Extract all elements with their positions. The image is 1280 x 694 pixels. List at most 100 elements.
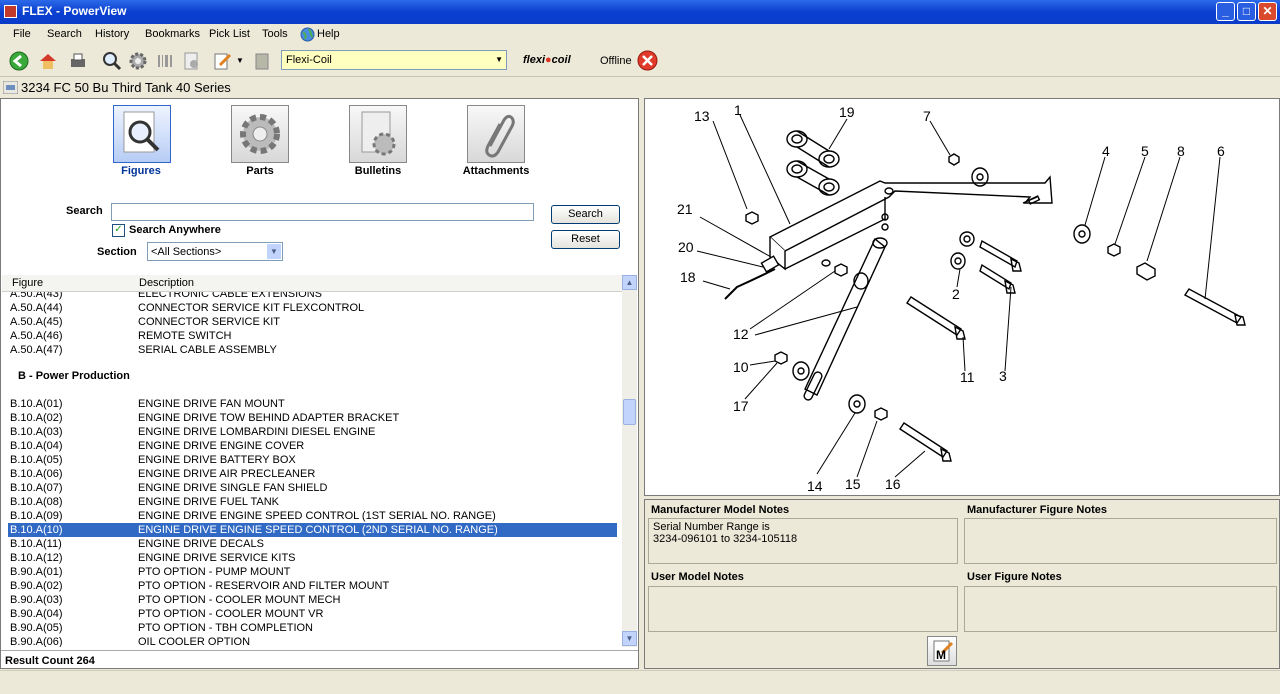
- list-item[interactable]: B.90.A(06) OIL COOLER OPTION: [8, 635, 617, 647]
- callout-5[interactable]: 5: [1141, 143, 1149, 159]
- search-label: Search: [66, 205, 103, 217]
- figure-id: B.10.A(12): [10, 552, 63, 564]
- figure-description: SERIAL CABLE ASSEMBLY: [138, 344, 277, 356]
- menu-file[interactable]: File: [13, 28, 31, 40]
- user-model-notes-box[interactable]: [648, 586, 958, 632]
- parts-button[interactable]: [231, 105, 289, 163]
- bulletin-icon: [361, 111, 396, 156]
- menu-history[interactable]: History: [95, 28, 129, 40]
- user-figure-notes-box[interactable]: [964, 586, 1277, 632]
- bulletins-button[interactable]: [349, 105, 407, 163]
- list-item[interactable]: B.90.A(05) PTO OPTION - TBH COMPLETION: [8, 621, 617, 635]
- figure-description: PTO OPTION - TBH COMPLETION: [138, 622, 314, 634]
- list-item[interactable]: B.90.A(03) PTO OPTION - COOLER MOUNT MECH: [8, 593, 617, 607]
- callout-17[interactable]: 17: [733, 398, 749, 414]
- list-item[interactable]: A.50.A(44) CONNECTOR SERVICE KIT FLEXCONT…: [8, 301, 617, 315]
- figure-description: ENGINE DRIVE DECALS: [138, 538, 264, 550]
- memo-button[interactable]: M: [927, 636, 957, 666]
- column-figure[interactable]: Figure: [12, 277, 43, 289]
- search-input[interactable]: [111, 203, 534, 221]
- list-item[interactable]: A.50.A(46) REMOTE SWITCH: [8, 329, 617, 343]
- list-item[interactable]: B.10.A(09) ENGINE DRIVE ENGINE SPEED CONT…: [8, 509, 617, 523]
- menu-search[interactable]: Search: [47, 28, 82, 40]
- list-item[interactable]: B.90.A(02) PTO OPTION - RESERVOIR AND FIL…: [8, 579, 617, 593]
- globe-icon: [300, 27, 315, 42]
- menu-pick-list[interactable]: Pick List: [209, 28, 250, 40]
- figure-description: ELECTRONIC CABLE EXTENSIONS: [138, 292, 322, 300]
- figure-description: ENGINE DRIVE AIR PRECLEANER: [138, 468, 316, 480]
- column-description[interactable]: Description: [139, 277, 194, 289]
- figure-id: B.10.A(05): [10, 454, 63, 466]
- section-select[interactable]: <All Sections> ▼: [147, 242, 283, 261]
- list-item[interactable]: B.10.A(05) ENGINE DRIVE BATTERY BOX: [8, 453, 617, 467]
- menu-bookmarks[interactable]: Bookmarks: [145, 28, 200, 40]
- callout-16[interactable]: 16: [885, 476, 901, 492]
- list-item[interactable]: B.10.A(07) ENGINE DRIVE SINGLE FAN SHIELD: [8, 481, 617, 495]
- list-item[interactable]: B.90.A(04) PTO OPTION - COOLER MOUNT VR: [8, 607, 617, 621]
- menu-tools[interactable]: Tools: [262, 28, 288, 40]
- callout-1[interactable]: 1: [734, 102, 742, 118]
- callout-10[interactable]: 10: [733, 359, 749, 375]
- barcode-icon[interactable]: [155, 51, 175, 71]
- callout-18[interactable]: 18: [680, 269, 696, 285]
- callout-6[interactable]: 6: [1217, 143, 1225, 159]
- scroll-thumb[interactable]: [623, 399, 636, 425]
- user-model-notes-title: User Model Notes: [651, 571, 744, 583]
- figures-button[interactable]: [113, 105, 171, 163]
- scroll-up-icon[interactable]: ▲: [622, 275, 637, 290]
- callout-20[interactable]: 20: [678, 239, 694, 255]
- gear-icon[interactable]: [128, 51, 148, 71]
- scroll-down-icon[interactable]: ▼: [622, 631, 637, 646]
- callout-7[interactable]: 7: [923, 108, 931, 124]
- flexicoil-logo: flexi●coil: [523, 54, 571, 66]
- callout-4[interactable]: 4: [1102, 143, 1110, 159]
- edit-note-icon[interactable]: [212, 51, 232, 71]
- offline-icon[interactable]: [637, 50, 658, 71]
- list-item[interactable]: B.10.A(08) ENGINE DRIVE FUEL TANK: [8, 495, 617, 509]
- list-scrollbar[interactable]: ▲ ▼: [622, 275, 637, 647]
- callout-15[interactable]: 15: [845, 476, 861, 492]
- reset-button[interactable]: Reset: [551, 230, 620, 249]
- callout-14[interactable]: 14: [807, 478, 823, 494]
- list-item[interactable]: B.10.A(01) ENGINE DRIVE FAN MOUNT: [8, 397, 617, 411]
- search-button[interactable]: Search: [551, 205, 620, 224]
- list-item[interactable]: B.10.A(02) ENGINE DRIVE TOW BEHIND ADAPTE…: [8, 411, 617, 425]
- list-item[interactable]: B.90.A(01) PTO OPTION - PUMP MOUNT: [8, 565, 617, 579]
- search-anywhere-checkbox[interactable]: ✓: [112, 224, 125, 237]
- close-button[interactable]: ✕: [1258, 2, 1277, 21]
- figure-description: ENGINE DRIVE FAN MOUNT: [138, 398, 285, 410]
- callout-21[interactable]: 21: [677, 201, 693, 217]
- list-item[interactable]: A.50.A(43) ELECTRONIC CABLE EXTENSIONS: [8, 292, 617, 301]
- list-item[interactable]: B.10.A(06) ENGINE DRIVE AIR PRECLEANER: [8, 467, 617, 481]
- callout-8[interactable]: 8: [1177, 143, 1185, 159]
- menu-help[interactable]: Help: [317, 28, 340, 40]
- minimize-button[interactable]: _: [1216, 2, 1235, 21]
- list-item[interactable]: A.50.A(45) CONNECTOR SERVICE KIT: [8, 315, 617, 329]
- list-item[interactable]: B.10.A(04) ENGINE DRIVE ENGINE COVER: [8, 439, 617, 453]
- maximize-button[interactable]: □: [1237, 2, 1256, 21]
- callout-3[interactable]: 3: [999, 368, 1007, 384]
- figure-description: PTO OPTION - PUMP MOUNT: [138, 566, 291, 578]
- back-icon[interactable]: [9, 51, 29, 71]
- gear-icon: [240, 114, 280, 154]
- list-item[interactable]: B.10.A(12) ENGINE DRIVE SERVICE KITS: [8, 551, 617, 565]
- callout-13[interactable]: 13: [694, 108, 710, 124]
- print-icon[interactable]: [68, 51, 88, 71]
- home-icon[interactable]: [38, 51, 58, 71]
- edit-note-dropdown-icon[interactable]: ▼: [236, 56, 244, 65]
- figure-id: B.10.A(04): [10, 440, 63, 452]
- attachments-button[interactable]: [467, 105, 525, 163]
- callout-12[interactable]: 12: [733, 326, 749, 342]
- callout-2[interactable]: 2: [952, 286, 960, 302]
- settings-doc-icon[interactable]: [182, 51, 202, 71]
- list-item-selected[interactable]: B.10.A(10) ENGINE DRIVE ENGINE SPEED CONT…: [8, 523, 617, 537]
- list-item[interactable]: A.50.A(47) SERIAL CABLE ASSEMBLY: [8, 343, 617, 357]
- list-item[interactable]: B.10.A(03) ENGINE DRIVE LOMBARDINI DIESEL…: [8, 425, 617, 439]
- parts-diagram[interactable]: 13 1 19 7 4 5 8 6 21 20 18 2 12 10 11 3 …: [645, 99, 1279, 495]
- zoom-icon[interactable]: [102, 51, 122, 71]
- list-item[interactable]: B.10.A(11) ENGINE DRIVE DECALS: [8, 537, 617, 551]
- brand-combo[interactable]: Flexi-Coil ▼: [281, 50, 507, 70]
- callout-11[interactable]: 11: [960, 369, 975, 385]
- callout-19[interactable]: 19: [839, 104, 855, 120]
- book-icon[interactable]: [252, 51, 272, 71]
